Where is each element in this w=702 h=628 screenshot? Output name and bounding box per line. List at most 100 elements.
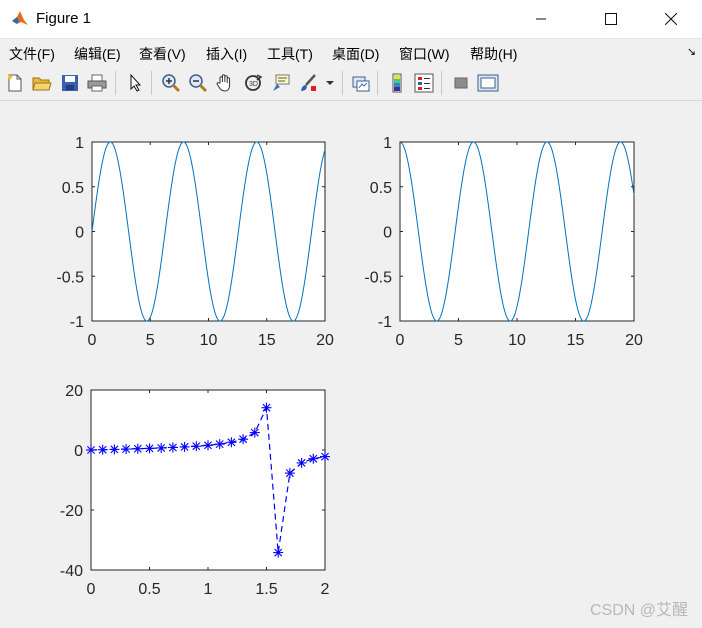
pan-button[interactable] (214, 72, 236, 94)
data-point-marker (179, 441, 190, 452)
dock-arrow-icon[interactable]: ↘ (687, 45, 696, 58)
menu-file[interactable]: 文件(F) (9, 44, 55, 64)
new-figure-button[interactable] (4, 72, 26, 94)
menu-window[interactable]: 窗口(W) (399, 44, 450, 64)
pan-hand-icon (216, 74, 231, 92)
link-plot-button[interactable] (350, 72, 372, 94)
data-point-marker (97, 444, 108, 455)
colorbar-button[interactable] (386, 72, 408, 94)
axes-box (399, 141, 635, 322)
toolbar-separator (115, 71, 116, 95)
y-tick-label: 1 (75, 135, 84, 152)
data-point-marker (144, 443, 155, 454)
y-tick-label: 0 (383, 225, 392, 242)
toolbar-separator (377, 71, 378, 95)
data-point-marker (109, 444, 120, 455)
zoom-out-button[interactable] (187, 72, 209, 94)
rotate-3d-icon: 3D (245, 74, 263, 91)
show-plot-tools-button[interactable] (477, 72, 499, 94)
toolbar: 3D (0, 67, 702, 101)
x-tick-label: 5 (146, 332, 155, 349)
subplot-sin[interactable]: 0 5 10 15 20 1 0.5 0 -0.5 -1 (56, 135, 334, 349)
data-point-marker (214, 439, 225, 450)
axes-box (91, 141, 326, 322)
data-point-marker (132, 443, 143, 454)
data-point-marker (261, 402, 272, 413)
y-tick-label: -1 (378, 314, 392, 331)
x-tick-label: 1.5 (255, 581, 277, 598)
brush-dropdown-button[interactable] (323, 72, 337, 94)
zoom-in-icon (162, 74, 181, 93)
save-button[interactable] (59, 72, 81, 94)
x-tick-label: 2 (321, 581, 330, 598)
menu-help[interactable]: 帮助(H) (470, 44, 517, 64)
matlab-logo-icon (10, 9, 30, 29)
maximize-button[interactable] (588, 0, 634, 38)
svg-text:3D: 3D (249, 81, 258, 88)
rotate-3d-button[interactable]: 3D (242, 72, 264, 94)
y-tick-label: -20 (60, 503, 83, 520)
subplot-tan[interactable]: 0 0.5 1 1.5 2 20 0 -20 -40 (60, 383, 330, 598)
minimize-button[interactable] (518, 0, 564, 38)
print-button[interactable] (86, 72, 108, 94)
window-title: Figure 1 (36, 10, 92, 27)
close-button[interactable] (648, 0, 694, 38)
close-icon (665, 13, 677, 25)
hide-plot-tools-icon (454, 77, 468, 89)
y-tick-label: -40 (60, 563, 83, 580)
toolbar-separator (151, 71, 152, 95)
print-icon (87, 74, 107, 92)
link-plot-icon (352, 76, 370, 92)
y-tick-label: 0 (75, 225, 84, 242)
data-point-marker (167, 442, 178, 453)
data-point-marker (249, 427, 260, 438)
menu-view[interactable]: 查看(V) (139, 44, 186, 64)
data-point-marker (284, 468, 295, 479)
data-point-marker (296, 457, 307, 468)
data-point-marker (191, 441, 202, 452)
y-tick-label: -0.5 (364, 269, 392, 286)
watermark: CSDN @艾醒 (589, 602, 688, 619)
data-point-marker (156, 442, 167, 453)
title-bar: Figure 1 (0, 0, 702, 39)
x-tick-label: 1 (204, 581, 213, 598)
data-cursor-icon (273, 74, 290, 91)
data-cursor-button[interactable] (270, 72, 292, 94)
select-pointer-button[interactable] (124, 72, 146, 94)
figure-canvas: 0 5 10 15 2010.50-0.5-1 0 5 10 15 2010.50-0.5-1 … (56, 135, 643, 598)
data-point-marker (226, 437, 237, 448)
menu-insert[interactable]: 插入(I) (206, 44, 247, 64)
select-pointer-icon (130, 74, 142, 92)
open-file-button[interactable] (31, 72, 53, 94)
menu-edit[interactable]: 编辑(E) (74, 44, 121, 64)
legend-button[interactable] (413, 72, 435, 94)
x-tick-label: 5 (454, 332, 463, 349)
colorbar-icon (392, 73, 402, 93)
hide-plot-tools-button[interactable] (450, 72, 472, 94)
menu-desktop[interactable]: 桌面(D) (332, 44, 379, 64)
x-tick-label: 0 (88, 332, 97, 349)
y-tick-label: 0 (74, 443, 83, 460)
toolbar-separator (342, 71, 343, 95)
menu-tools[interactable]: 工具(T) (267, 44, 313, 64)
toolbar-separator (441, 71, 442, 95)
show-plot-tools-icon (477, 74, 499, 92)
zoom-in-button[interactable] (160, 72, 182, 94)
y-tick-label: 0.5 (62, 180, 84, 197)
y-tick-label: 0.5 (370, 180, 392, 197)
x-tick-label: 10 (508, 332, 526, 349)
chevron-down-icon (326, 81, 334, 85)
data-point-marker (308, 453, 319, 464)
data-point-marker (121, 444, 132, 455)
x-tick-label: 10 (200, 332, 218, 349)
x-tick-label: 20 (625, 332, 643, 349)
data-point-marker (238, 434, 249, 445)
brush-icon (301, 74, 316, 91)
x-tick-label: 0.5 (138, 581, 160, 598)
brush-button[interactable] (297, 72, 319, 94)
subplot-cos[interactable]: 0 5 10 15 20 1 0.5 0 -0.5 -1 (364, 135, 643, 349)
legend-icon (414, 73, 434, 93)
data-point-marker (273, 547, 284, 558)
menu-bar: 文件(F) 编辑(E) 查看(V) 插入(I) 工具(T) 桌面(D) 窗口(W… (0, 39, 702, 67)
y-tick-label: -0.5 (56, 269, 84, 286)
